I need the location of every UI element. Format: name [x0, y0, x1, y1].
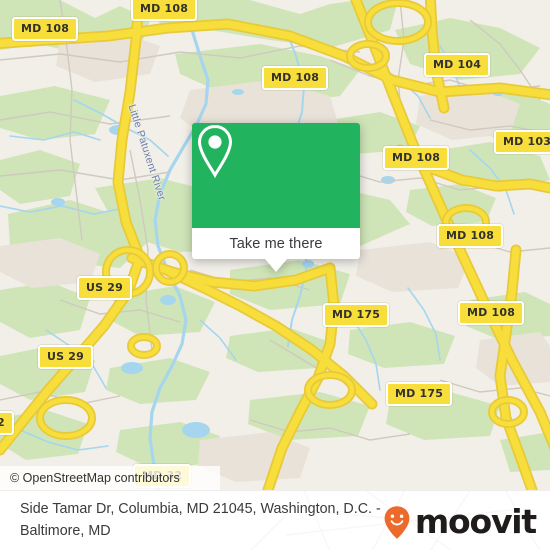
callout-action[interactable]: Take me there — [192, 228, 360, 259]
map-pin-icon — [197, 124, 233, 179]
road-label-md108-lowerright[interactable]: MD 108 — [458, 301, 525, 325]
road-label-md32-clipped[interactable]: 2 — [0, 411, 14, 435]
location-callout[interactable]: Take me there — [192, 123, 360, 272]
road-label-md108-topleft[interactable]: MD 108 — [12, 17, 79, 41]
road-label-md103[interactable]: MD 103 — [494, 130, 550, 154]
moovit-wordmark: moovit — [414, 502, 537, 541]
location-title: Side Tamar Dr, Columbia, MD 21045, Washi… — [20, 501, 381, 539]
map-canvas[interactable]: Little Patuxent River MD 108 MD 108 MD 1… — [0, 0, 550, 490]
road-label-md108-mid[interactable]: MD 108 — [383, 146, 450, 170]
take-me-there-label: Take me there — [229, 235, 323, 252]
callout-header — [192, 123, 360, 228]
road-label-md108-upper[interactable]: MD 108 — [262, 66, 329, 90]
road-label-md104[interactable]: MD 104 — [424, 53, 491, 77]
road-label-md175-left[interactable]: MD 175 — [323, 303, 390, 327]
moovit-logo[interactable]: moovit — [382, 502, 537, 541]
osm-attribution[interactable]: © OpenStreetMap contributors — [0, 466, 220, 490]
footer-bar: Side Tamar Dr, Columbia, MD 21045, Washi… — [0, 490, 550, 550]
road-label-md108-right[interactable]: MD 108 — [437, 224, 504, 248]
road-label-md108-top[interactable]: MD 108 — [131, 0, 198, 21]
road-label-us29-lower[interactable]: US 29 — [38, 345, 93, 369]
callout-tail — [265, 259, 287, 272]
road-label-us29-upper[interactable]: US 29 — [77, 276, 132, 300]
moovit-pin-icon — [384, 506, 410, 539]
map-screenshot: Little Patuxent River MD 108 MD 108 MD 1… — [0, 0, 550, 550]
road-label-md175-lower[interactable]: MD 175 — [386, 382, 453, 406]
